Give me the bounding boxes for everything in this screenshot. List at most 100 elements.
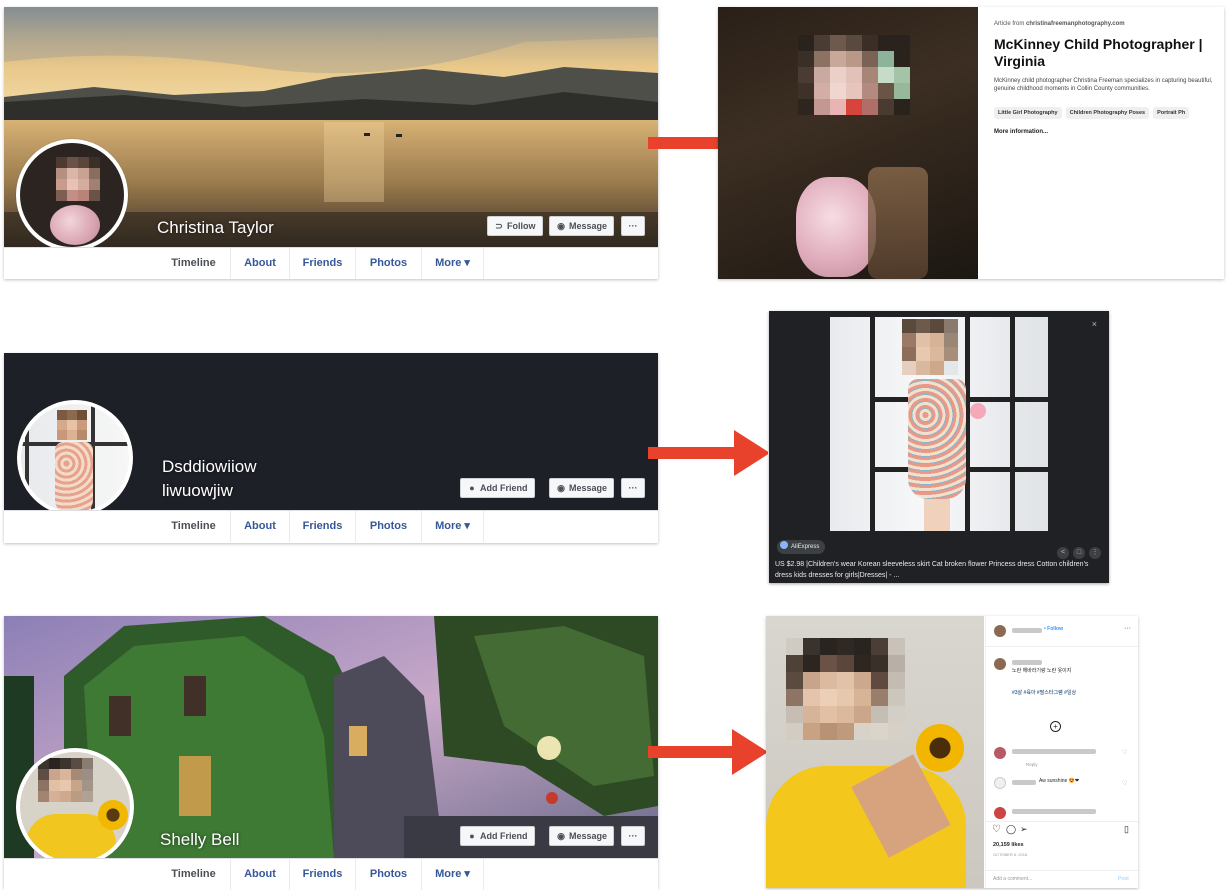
reply-link[interactable]: Reply	[1026, 762, 1038, 767]
tab-friends[interactable]: Friends	[290, 248, 356, 279]
rss-icon: ⊃	[495, 221, 503, 231]
profile-avatar[interactable]	[16, 748, 134, 866]
caption-text: 노란 해바라기랑 노란 옷이지	[1012, 668, 1072, 674]
more-icon: ···	[628, 831, 638, 841]
image-search-result-panel: × AliExpress < □ ⋮ US $2.98 |Children's we…	[769, 311, 1109, 583]
pixelated-face	[902, 319, 958, 375]
tab-friends[interactable]: Friends	[290, 859, 356, 890]
tab-about[interactable]: About	[231, 511, 290, 542]
tab-photos[interactable]: Photos	[356, 511, 422, 542]
sunflower	[98, 800, 128, 830]
tab-timeline[interactable]: Timeline	[157, 248, 231, 279]
close-icon[interactable]: ×	[1092, 319, 1097, 329]
likes-count[interactable]: 20,159 likes	[993, 842, 1024, 848]
share-icon[interactable]: <	[1057, 547, 1069, 559]
heart-icon[interactable]: ♡	[1122, 749, 1127, 756]
profile-avatar[interactable]	[16, 139, 128, 251]
more-icon[interactable]: ···	[1124, 625, 1131, 632]
tag-chip[interactable]: Portrait Ph	[1153, 107, 1190, 119]
load-more-icon[interactable]: +	[1050, 721, 1061, 732]
tab-more[interactable]: More ▾	[422, 248, 484, 279]
arrow-right-icon	[648, 729, 768, 775]
avatar[interactable]	[994, 747, 1006, 759]
add-comment-input[interactable]: Add a comment...	[993, 876, 1032, 882]
username-redacted[interactable]	[1012, 628, 1042, 633]
pin-title: McKinney Child Photographer | Virginia	[994, 36, 1203, 69]
heart-icon[interactable]: ♡	[1122, 780, 1127, 787]
share-icon[interactable]: ➢	[1020, 824, 1028, 835]
arrow-right-icon	[648, 430, 768, 476]
product-caption[interactable]: US $2.98 |Children's wear Korean sleevel…	[775, 559, 1101, 581]
more-options-button[interactable]: ···	[621, 478, 645, 498]
tab-more[interactable]: More ▾	[422, 511, 484, 542]
add-friend-icon: ●	[469, 483, 475, 493]
comment-redacted	[1012, 809, 1096, 814]
tag-chip[interactable]: Little Girl Photography	[994, 107, 1062, 119]
follow-button[interactable]: ⊃ Follow	[487, 216, 543, 236]
facebook-profile-card-dsddiowiiow: Dsddiowiiow liwuowjiw ● Add Friend ◉ Messa…	[4, 353, 658, 543]
message-button[interactable]: ◉ Message	[549, 826, 615, 846]
comment-redacted	[1012, 749, 1096, 754]
follow-link[interactable]: • Follow	[1044, 626, 1063, 632]
more-vert-icon[interactable]: ⋮	[1089, 547, 1101, 559]
avatar[interactable]	[994, 777, 1006, 789]
source-chip[interactable]: AliExpress	[777, 540, 826, 554]
pixelated-face	[56, 157, 100, 201]
profile-name: Shelly Bell	[160, 830, 240, 849]
username-redacted[interactable]	[1012, 660, 1042, 665]
like-icon[interactable]: ♡	[992, 824, 1001, 835]
hair	[868, 167, 928, 279]
tab-photos[interactable]: Photos	[356, 859, 422, 890]
source-link[interactable]: christinafreemanphotography.com	[1026, 21, 1125, 27]
pin-image[interactable]	[718, 7, 978, 279]
facebook-profile-card-christina: Christina Taylor ⊃ Follow ◉ Message ··· Ti…	[4, 7, 658, 279]
tab-friends[interactable]: Friends	[290, 511, 356, 542]
more-icon: ···	[628, 221, 638, 231]
pin-source: Article from christinafreemanphotography…	[994, 21, 1125, 27]
pixelated-face	[38, 758, 93, 802]
add-friend-button[interactable]: ● Add Friend	[460, 478, 535, 498]
divider	[986, 821, 1138, 822]
post-image[interactable]	[766, 616, 984, 888]
tag-chip[interactable]: Children Photography Poses	[1065, 107, 1150, 119]
divider	[986, 646, 1138, 647]
tab-timeline[interactable]: Timeline	[157, 859, 231, 890]
comment-icon[interactable]: ◯	[1006, 824, 1016, 835]
post-button[interactable]: Post	[1118, 876, 1129, 882]
message-button[interactable]: ◉ Message	[549, 216, 615, 236]
profile-name-line1: Dsddiowiiow	[162, 457, 257, 476]
more-icon: ···	[628, 483, 638, 493]
messenger-icon: ◉	[557, 831, 565, 841]
post-date: OCTOBER 6, 2018	[993, 852, 1028, 857]
pin-details: Article from christinafreemanphotography…	[994, 21, 1220, 135]
divider	[986, 870, 1138, 871]
add-friend-button[interactable]: ● Add Friend	[460, 826, 535, 846]
avatar[interactable]	[994, 625, 1006, 637]
pixelated-face	[798, 35, 910, 115]
window-frame	[25, 404, 29, 512]
tab-timeline[interactable]: Timeline	[157, 511, 231, 542]
flower-bouquet	[796, 177, 876, 277]
pin-description: McKinney child photographer Christina Fr…	[994, 78, 1213, 92]
product-image[interactable]	[830, 317, 1048, 531]
more-information-link[interactable]: More information...	[994, 129, 1220, 135]
more-options-button[interactable]: ···	[621, 826, 645, 846]
bookmark-icon[interactable]: □	[1073, 547, 1085, 559]
facebook-profile-card-shelly: Shelly Bell ● Add Friend ◉ Message ··· Tim…	[4, 616, 658, 890]
tab-about[interactable]: About	[231, 859, 290, 890]
save-icon[interactable]: ▯	[1124, 824, 1129, 835]
message-button[interactable]: ◉ Message	[549, 478, 615, 498]
tab-about[interactable]: About	[231, 248, 290, 279]
floral-dress	[55, 442, 93, 512]
profile-avatar[interactable]	[17, 400, 133, 516]
comment-text: Aw sunshine 😍❤	[1039, 778, 1080, 784]
flower	[970, 403, 986, 419]
avatar[interactable]	[994, 658, 1006, 670]
tab-photos[interactable]: Photos	[356, 248, 422, 279]
avatar[interactable]	[994, 807, 1006, 819]
post-sidebar: • Follow ··· 노란 해바라기랑 노란 옷이지 #3살 #육아 #딸스…	[985, 616, 1138, 888]
username-redacted[interactable]	[1012, 780, 1036, 785]
more-options-button[interactable]: ···	[621, 216, 645, 236]
tab-more[interactable]: More ▾	[422, 859, 484, 890]
hashtags[interactable]: #3살 #육아 #딸스타그램 #일상	[1012, 689, 1076, 696]
